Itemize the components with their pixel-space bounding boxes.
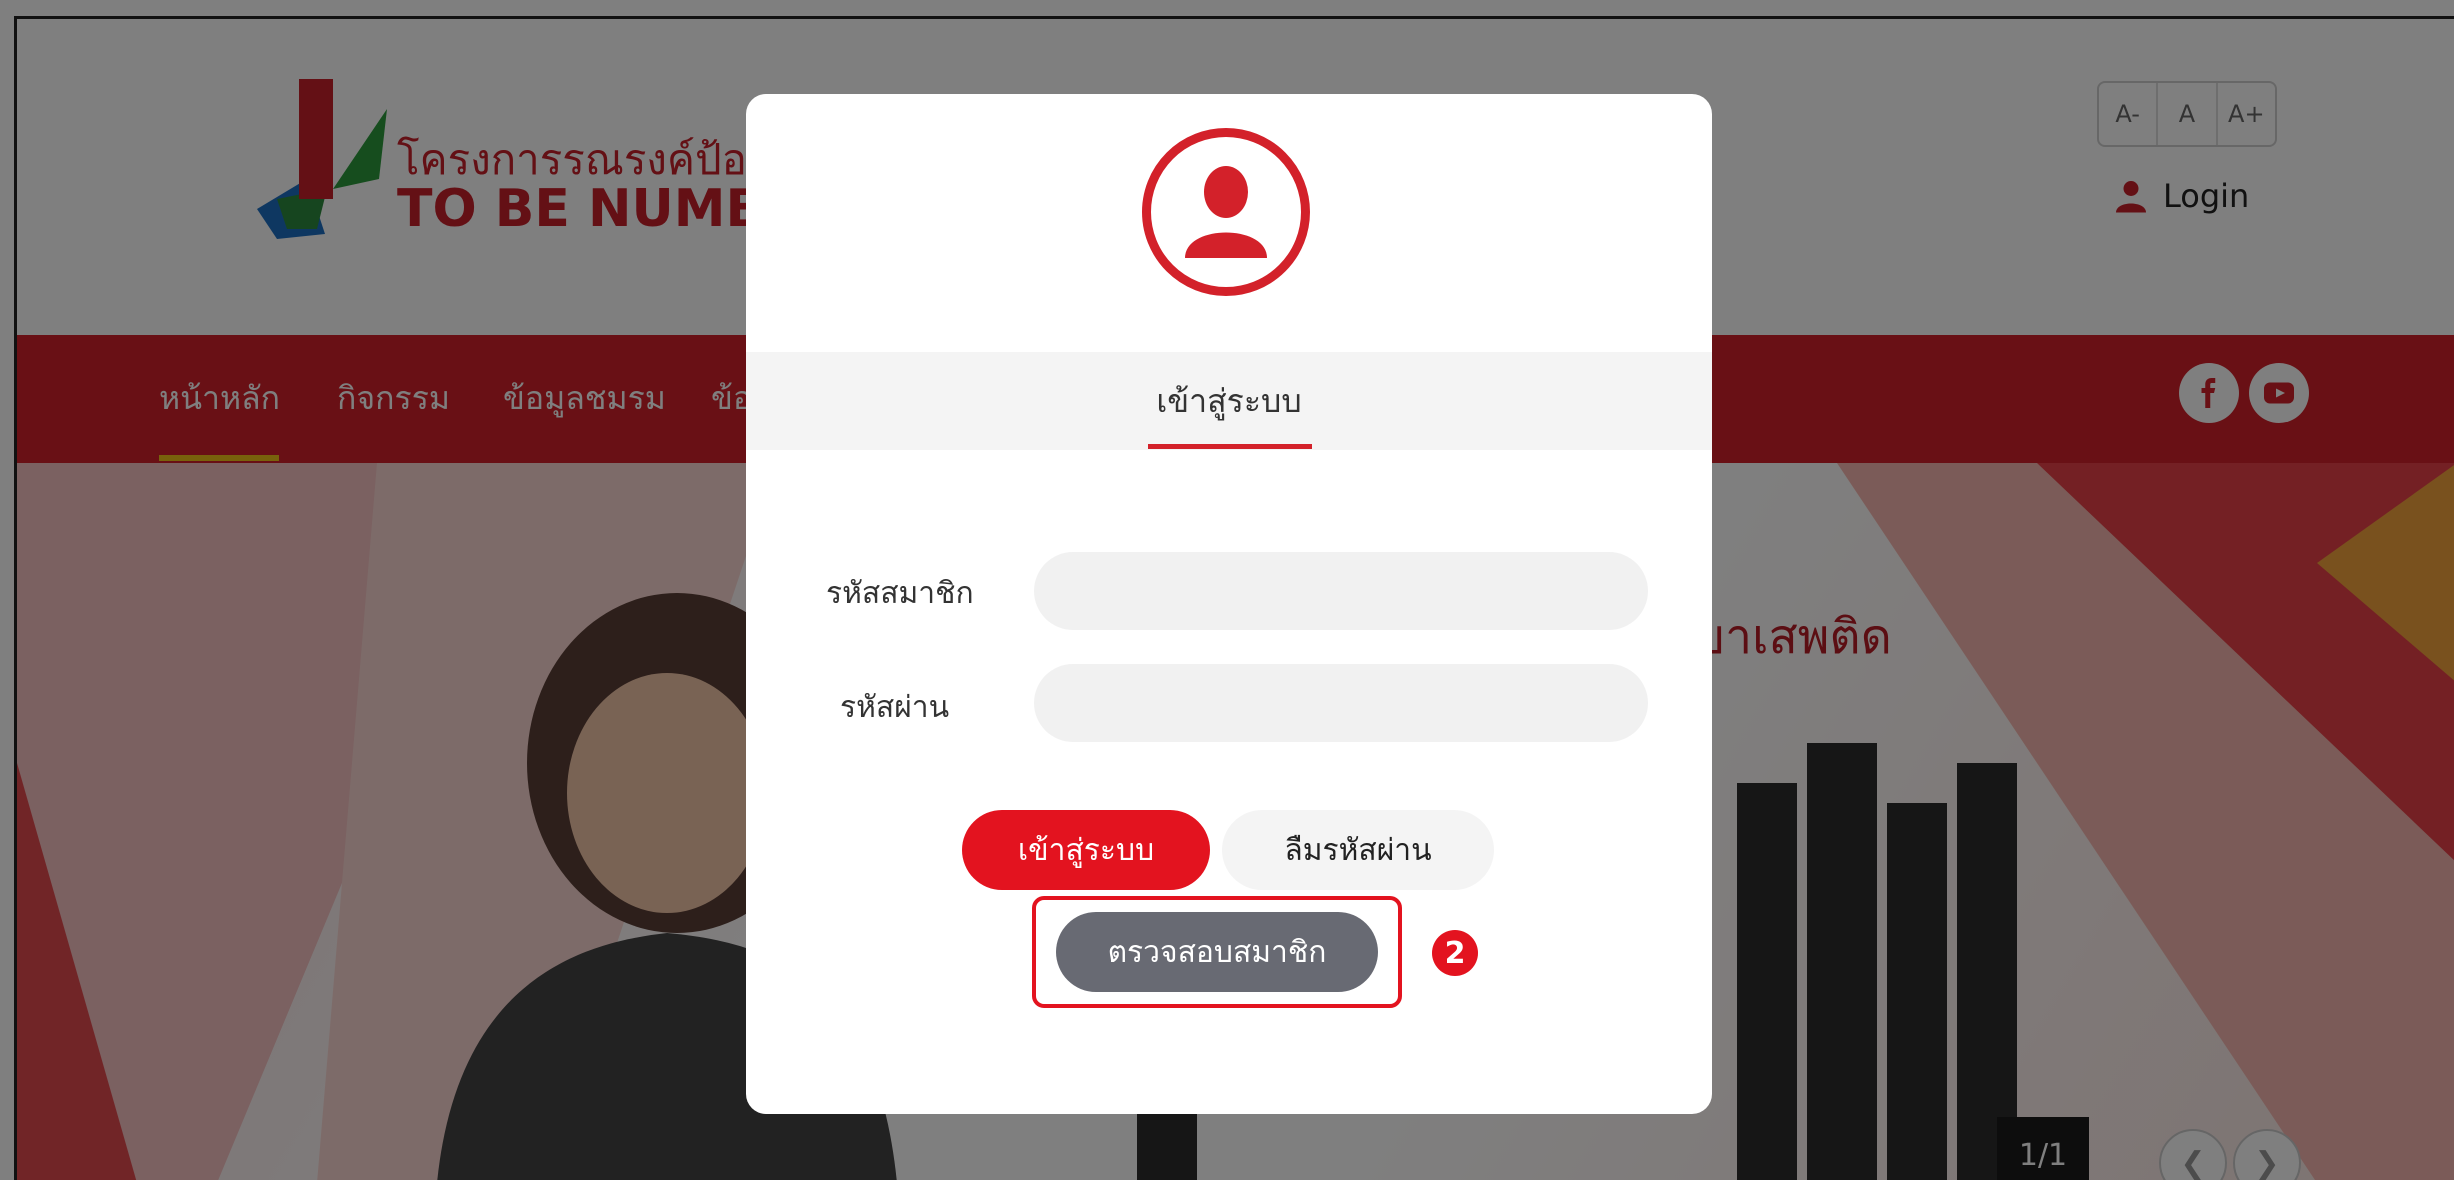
forgot-password-button[interactable]: ลืมรหัสผ่าน: [1222, 810, 1494, 890]
login-button[interactable]: เข้าสู่ระบบ: [962, 810, 1210, 890]
member-id-label: รหัสสมาชิก: [826, 576, 974, 611]
tab-login[interactable]: เข้าสู่ระบบ: [746, 376, 1712, 427]
modal-tab-bar: เข้าสู่ระบบ: [746, 352, 1712, 450]
login-modal: เข้าสู่ระบบ รหัสสมาชิก รหัสผ่าน เข้าสู่ร…: [746, 94, 1712, 1114]
user-avatar-icon: [1185, 166, 1267, 258]
password-input[interactable]: [1034, 664, 1648, 742]
step-badge: 2: [1432, 930, 1478, 976]
password-label: รหัสผ่าน: [840, 690, 950, 725]
check-member-button[interactable]: ตรวจสอบสมาชิก: [1056, 912, 1378, 992]
member-id-input[interactable]: [1034, 552, 1648, 630]
tab-active-indicator: [1148, 444, 1312, 449]
avatar: [1142, 128, 1310, 296]
